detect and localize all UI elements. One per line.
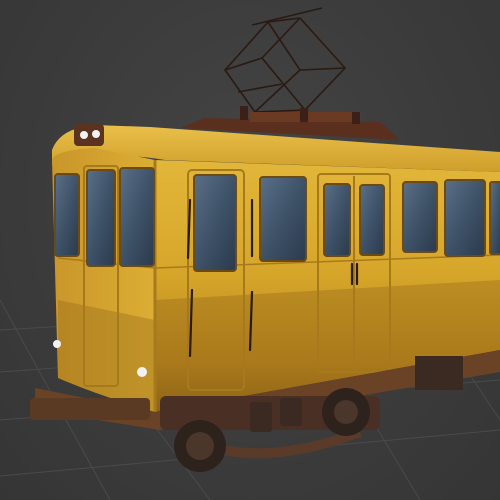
bogie: [160, 388, 380, 472]
tram-scene: [0, 7, 500, 500]
3d-viewport[interactable]: [0, 0, 500, 500]
pantograph: [223, 7, 347, 114]
